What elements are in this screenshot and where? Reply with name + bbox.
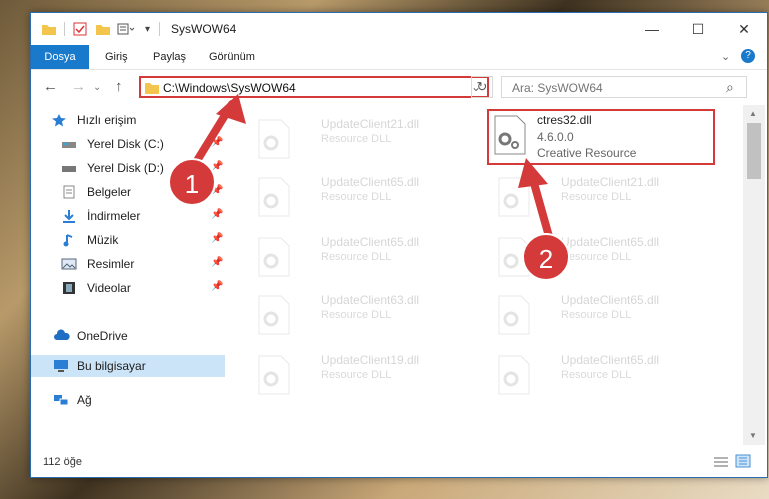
window-title: SysWOW64 xyxy=(171,22,237,36)
videos-icon xyxy=(61,281,77,295)
view-options-icon[interactable] xyxy=(117,21,135,37)
pin-icon[interactable]: 📌 xyxy=(211,233,223,244)
sidebar-item-videos[interactable]: Videolar 📌 xyxy=(31,277,225,299)
computer-icon xyxy=(53,359,69,373)
dll-file-icon xyxy=(258,119,290,159)
pin-icon[interactable]: 📌 xyxy=(211,257,223,268)
separator xyxy=(64,22,65,36)
dll-file-icon xyxy=(258,295,290,335)
item-count: 112 öğe xyxy=(43,456,82,468)
file-view: UpdateClient21.dll Resource DLL UpdateCl… xyxy=(227,105,741,445)
customize-toolbar-icon[interactable]: ▾ xyxy=(145,21,150,37)
dll-file-icon xyxy=(494,115,526,155)
explorer-window: ▾ SysWOW64 — ☐ ✕ Dosya Giriş Paylaş Görü… xyxy=(30,12,768,478)
expand-ribbon-icon[interactable]: ⌄ xyxy=(721,50,730,63)
large-icons-view-icon[interactable] xyxy=(735,454,751,471)
pin-icon[interactable]: 📌 xyxy=(211,281,223,292)
sidebar-item-onedrive[interactable]: OneDrive xyxy=(31,325,225,347)
recent-locations-icon[interactable]: ⌄ xyxy=(93,82,101,93)
file-item[interactable]: UpdateClient65.dll Resource DLL xyxy=(249,231,469,283)
title-bar: ▾ SysWOW64 — ☐ ✕ xyxy=(31,13,767,45)
drive-icon xyxy=(61,161,77,175)
new-folder-icon[interactable] xyxy=(95,21,111,37)
refresh-button[interactable]: ↻ xyxy=(471,76,493,98)
file-item[interactable]: UpdateClient19.dll Resource DLL xyxy=(249,349,469,401)
tab-share[interactable]: Paylaş xyxy=(153,45,186,69)
navigation-bar: ← → ⌄ ↑ C:\Windows\SysWOW64 ⌄ ↻ ⌕ xyxy=(31,70,767,104)
properties-icon[interactable] xyxy=(73,21,87,37)
scroll-up-icon[interactable]: ▲ xyxy=(749,109,757,118)
tab-file[interactable]: Dosya xyxy=(31,45,89,69)
details-view-icon[interactable] xyxy=(713,455,729,472)
minimize-button[interactable]: — xyxy=(629,13,675,45)
close-button[interactable]: ✕ xyxy=(721,13,767,45)
step-badge-2: 2 xyxy=(522,233,570,281)
help-icon[interactable]: ? xyxy=(741,49,755,63)
music-icon xyxy=(61,233,77,247)
network-icon xyxy=(53,393,69,407)
pictures-icon xyxy=(61,257,77,271)
file-item[interactable]: UpdateClient65.dll Resource DLL xyxy=(489,349,709,401)
forward-button[interactable]: → xyxy=(71,78,86,95)
ribbon: Dosya Giriş Paylaş Görünüm ⌄ ? xyxy=(31,45,767,70)
dll-file-icon xyxy=(258,177,290,217)
star-icon xyxy=(51,113,67,127)
sidebar-item-this-pc[interactable]: Bu bilgisayar xyxy=(31,355,225,377)
folder-icon xyxy=(41,21,57,37)
cloud-icon xyxy=(53,329,70,343)
tab-home[interactable]: Giriş xyxy=(105,45,128,69)
documents-icon xyxy=(61,185,77,199)
dll-file-icon xyxy=(498,355,530,395)
drive-icon xyxy=(61,137,77,151)
vertical-scrollbar[interactable]: ▲ ▼ xyxy=(743,105,765,445)
file-item[interactable]: UpdateClient65.dll Resource DLL xyxy=(249,171,469,223)
downloads-icon xyxy=(61,209,77,223)
folder-icon xyxy=(145,83,159,94)
scroll-down-icon[interactable]: ▼ xyxy=(749,431,757,440)
dll-file-icon xyxy=(258,355,290,395)
sidebar-item-pictures[interactable]: Resimler 📌 xyxy=(31,253,225,275)
dll-file-icon xyxy=(498,295,530,335)
sidebar-item-network[interactable]: Ağ xyxy=(31,389,225,411)
maximize-button[interactable]: ☐ xyxy=(675,13,721,45)
file-item[interactable]: UpdateClient65.dll Resource DLL xyxy=(489,289,709,341)
dll-file-icon xyxy=(258,237,290,277)
file-item[interactable]: UpdateClient21.dll Resource DLL xyxy=(249,113,469,165)
sidebar-item-music[interactable]: Müzik 📌 xyxy=(31,229,225,251)
step-badge-1: 1 xyxy=(168,158,216,206)
search-box[interactable]: ⌕ xyxy=(501,76,747,98)
scrollbar-thumb[interactable] xyxy=(747,123,761,179)
status-bar: 112 öğe xyxy=(31,449,767,477)
search-input[interactable] xyxy=(510,80,714,96)
file-item[interactable]: UpdateClient63.dll Resource DLL xyxy=(249,289,469,341)
up-button[interactable]: ↑ xyxy=(115,78,123,95)
back-button[interactable]: ← xyxy=(43,78,58,95)
tab-view[interactable]: Görünüm xyxy=(209,45,255,69)
search-icon[interactable]: ⌕ xyxy=(726,79,734,96)
separator xyxy=(159,22,160,36)
